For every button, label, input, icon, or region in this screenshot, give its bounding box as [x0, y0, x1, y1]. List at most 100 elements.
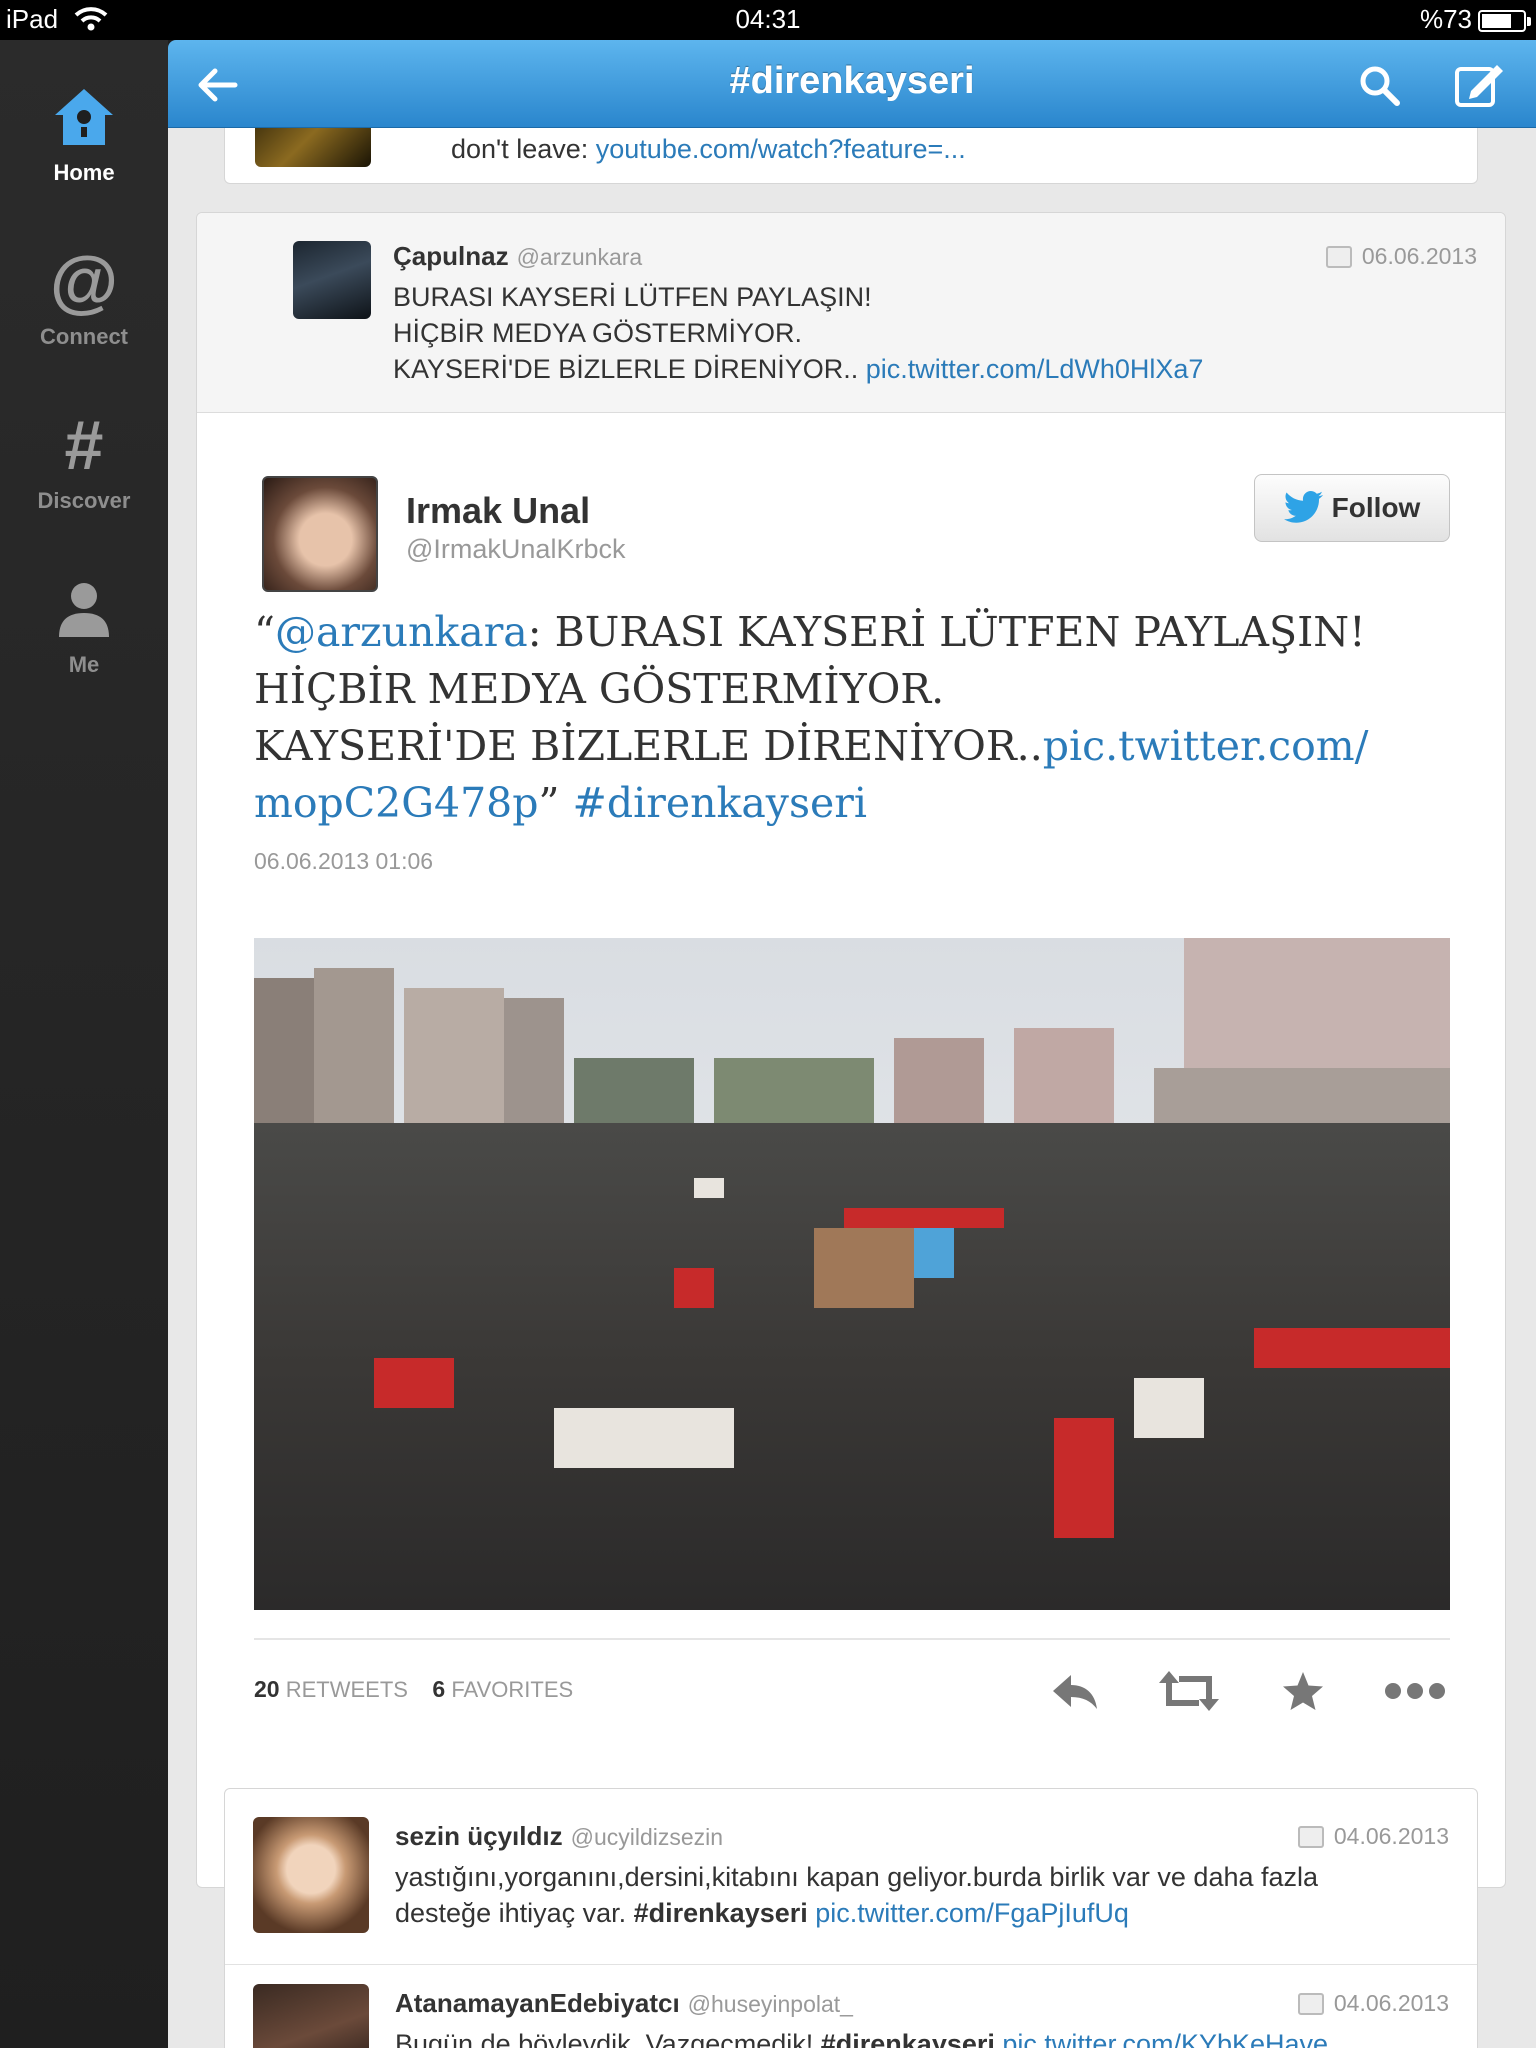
favorites-label: FAVORITES — [451, 1677, 574, 1702]
search-icon — [1360, 66, 1400, 106]
retweets-count: 20 — [254, 1676, 280, 1702]
nav-label: Discover — [37, 488, 131, 513]
detail-author-handle: @IrmakUnalKrbck — [406, 534, 626, 564]
nav-item-home[interactable]: Home — [0, 80, 168, 186]
author-name[interactable]: sezin üçyıldız — [395, 1821, 563, 1851]
page-title: #direnkayseri — [729, 60, 975, 102]
star-icon — [1283, 1672, 1323, 1710]
retweets-stat[interactable]: 20 RETWEETS — [254, 1676, 408, 1702]
compose-button[interactable] — [1452, 58, 1506, 112]
tweet-text: yastığını,yorganını,dersini,kitabını kap… — [395, 1859, 1455, 1931]
quote-mark: “ — [254, 608, 275, 656]
date-text: 06.06.2013 — [1361, 243, 1477, 269]
tweet-author: Çapulnaz @arzunkara — [393, 241, 642, 272]
status-bar: iPad 04:31 %73 — [0, 0, 1536, 40]
tweet-link[interactable]: pic.twitter.com/FgaPjIufUq — [815, 1898, 1129, 1928]
reply-tweet-2[interactable]: AtanamayanEdebiyatcı @huseyinpolat_ 04.06… — [225, 1966, 1477, 2048]
retweets-label: RETWEETS — [285, 1677, 408, 1702]
tweet-card-cut[interactable]: don't leave: youtube.com/watch?feature=.… — [224, 128, 1478, 184]
hashtag[interactable]: #direnkayseri — [821, 2029, 995, 2048]
nav-item-discover[interactable]: # Discover — [0, 408, 168, 514]
favorites-count: 6 — [432, 1676, 446, 1702]
author-handle: @huseyinpolat_ — [687, 1991, 853, 2017]
detail-avatar[interactable] — [262, 476, 378, 592]
hash-icon: # — [64, 406, 104, 484]
clock: 04:31 — [735, 4, 801, 34]
follow-button[interactable]: Follow — [1254, 474, 1450, 542]
pic-link[interactable]: pic.twitter.com/ — [1043, 722, 1369, 770]
tweet-text-part: desteğe ihtiyaç var. — [395, 1898, 634, 1928]
avatar[interactable] — [253, 1984, 369, 2048]
compose-icon — [1455, 65, 1503, 107]
reply-icon — [1053, 1675, 1097, 1709]
tweet-date: 04.06.2013 — [1297, 1990, 1449, 2017]
divider — [254, 1638, 1450, 1640]
more-dots-icon — [1385, 1683, 1445, 1699]
tweet-stats: 20 RETWEETS 6 FAVORITES — [254, 1676, 573, 1703]
reply-button[interactable] — [1040, 1660, 1110, 1722]
tweet-line: KAYSERİ'DE BİZLERLE DİRENİYOR.. pic.twit… — [393, 351, 1473, 387]
tweet-text-part: KAYSERİ'DE BİZLERLE DİRENİYOR.. — [393, 354, 866, 384]
quote-mark: ” — [538, 779, 573, 827]
avatar[interactable] — [293, 241, 371, 319]
author-handle: @ucyildizsezin — [570, 1824, 724, 1850]
pic-link-cont[interactable]: mopC2G478p — [254, 779, 539, 827]
calendar-icon — [1325, 245, 1352, 268]
tweet-author: AtanamayanEdebiyatcı @huseyinpolat_ — [395, 1988, 853, 2019]
more-button[interactable] — [1380, 1660, 1450, 1722]
tweet-link[interactable]: youtube.com/watch?feature=... — [596, 134, 966, 164]
left-nav: Home @ Connect # Discover Me — [0, 40, 168, 2048]
hashtag-link[interactable]: #direnkayseri — [573, 779, 867, 827]
detail-author-name[interactable]: Irmak Unal — [406, 490, 590, 532]
favorite-button[interactable] — [1268, 1660, 1338, 1722]
person-icon — [59, 583, 109, 637]
author-name[interactable]: AtanamayanEdebiyatcı — [395, 1988, 680, 2018]
nav-label: Me — [68, 652, 100, 677]
search-button[interactable] — [1352, 58, 1406, 112]
avatar[interactable] — [253, 1817, 369, 1933]
nav-item-connect[interactable]: @ Connect — [0, 244, 168, 350]
parent-tweet[interactable]: Çapulnaz @arzunkara 06.06.2013 BURASI KAY… — [197, 213, 1505, 413]
detail-timestamp: 06.06.2013 01:06 — [254, 848, 434, 874]
follow-label: Follow — [1331, 492, 1421, 523]
tweet-line: BURASI KAYSERİ LÜTFEN PAYLAŞIN! — [393, 282, 872, 312]
reply-tweet-1[interactable]: sezin üçyıldız @ucyildizsezin 04.06.2013 … — [225, 1789, 1477, 1965]
retweet-button[interactable] — [1154, 1660, 1224, 1722]
tweet-text: don't leave: youtube.com/watch?feature=.… — [451, 131, 966, 167]
calendar-icon — [1297, 1825, 1324, 1848]
title-bar: #direnkayseri — [168, 40, 1536, 128]
tweet-author: sezin üçyıldız @ucyildizsezin — [395, 1821, 723, 1852]
protest-crowd-photo — [254, 938, 1450, 1610]
tweet-line: KAYSERİ'DE BİZLERLE DİRENİYOR..pic.twitt… — [254, 718, 1454, 775]
tweet-text: BURASI KAYSERİ LÜTFEN PAYLAŞIN! HİÇBİR M… — [393, 279, 1473, 387]
tweet-text-part: don't leave: — [451, 134, 596, 164]
author-name[interactable]: Çapulnaz — [393, 241, 509, 271]
tweet-text-part: KAYSERİ'DE BİZLERLE DİRENİYOR.. — [254, 722, 1043, 770]
battery-icon — [1478, 10, 1531, 32]
tweet-line: mopC2G478p” #direnkayseri — [254, 775, 1454, 832]
tweet-line: HİÇBİR MEDYA GÖSTERMİYOR. — [393, 318, 803, 348]
battery-percent: %73 — [1419, 4, 1472, 34]
nav-label: Home — [53, 160, 115, 185]
hashtag[interactable]: #direnkayseri — [634, 1898, 808, 1928]
nav-item-me[interactable]: Me — [0, 572, 168, 678]
tweet-photo[interactable] — [254, 938, 1450, 1610]
tweet-link[interactable]: pic.twitter.com/KYbKeHave — [1002, 2029, 1328, 2048]
author-handle: @arzunkara — [516, 244, 643, 270]
detail-tweet-text: “@arzunkara: BURASI KAYSERİ LÜTFEN PAYLA… — [254, 604, 1454, 832]
mention-link[interactable]: @arzunkara — [275, 608, 528, 656]
tweet-link[interactable]: pic.twitter.com/LdWh0HlXa7 — [866, 354, 1204, 384]
tweet-text: Bugün de böyleydik. Vazgeçmedik! #direnk… — [395, 2026, 1455, 2048]
tweet-text-part: : BURASI KAYSERİ LÜTFEN PAYLAŞIN! — [527, 608, 1366, 656]
tweet-text-part: Bugün de böyleydik. Vazgeçmedik! — [395, 2029, 821, 2048]
date-text: 04.06.2013 — [1333, 1990, 1449, 2016]
tweet-line: HİÇBİR MEDYA GÖSTERMİYOR. — [254, 665, 945, 713]
twitter-bird-icon — [1283, 491, 1323, 523]
tweet-line: desteğe ihtiyaç var. #direnkayseri pic.t… — [395, 1895, 1455, 1931]
at-icon: @ — [49, 242, 119, 320]
tweet-date: 06.06.2013 — [1325, 243, 1477, 270]
home-icon — [55, 89, 113, 145]
favorites-stat[interactable]: 6 FAVORITES — [432, 1676, 574, 1702]
nav-label: Connect — [40, 324, 128, 349]
reply-list: sezin üçyıldız @ucyildizsezin 04.06.2013 … — [224, 1788, 1478, 2048]
